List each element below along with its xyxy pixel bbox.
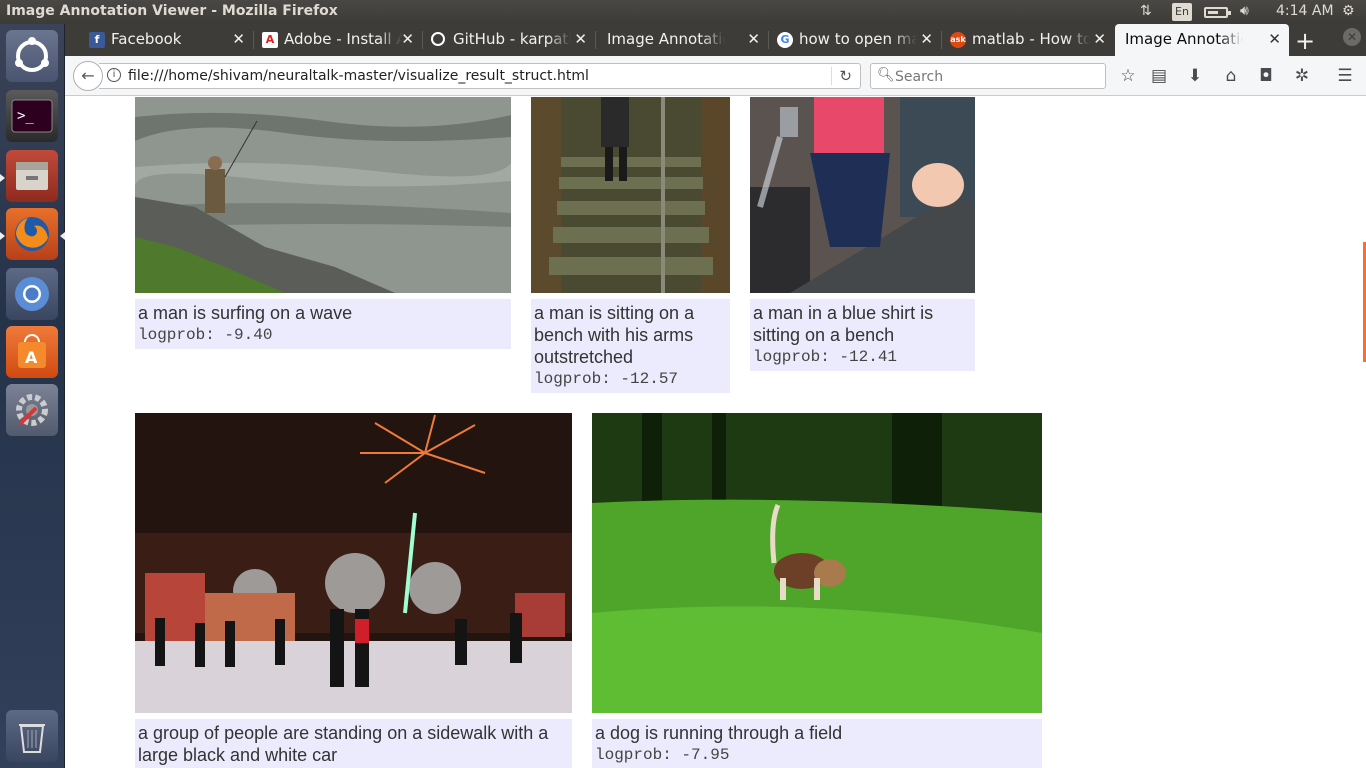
caption-text: a group of people are standing on a side… bbox=[138, 723, 549, 765]
tab-image-annotation-viewer-active[interactable]: Image Annotation Viewer ✕ bbox=[1115, 24, 1289, 56]
pocket-icon[interactable]: ◘ bbox=[1255, 65, 1277, 87]
tab-label: Image Annotation Viewer bbox=[1125, 30, 1243, 48]
tab-bar: f Facebook ✕ A Adobe - Install Adobe ✕ G… bbox=[65, 24, 1366, 56]
page-content: a man is surfing on a wave logprob: -9.4… bbox=[65, 97, 1366, 768]
caption-text: a man in a blue shirt is sitting on a be… bbox=[753, 303, 934, 345]
search-icon: 🔍︎ bbox=[877, 67, 895, 83]
caption-box: a man is sitting on a bench with his arm… bbox=[531, 299, 730, 393]
tab-github[interactable]: GitHub - karpathy/neu ✕ bbox=[423, 24, 595, 56]
caption-text: a dog is running through a field bbox=[595, 723, 843, 743]
caption-box: a group of people are standing on a side… bbox=[135, 719, 572, 768]
top-panel: Image Annotation Viewer - Mozilla Firefo… bbox=[0, 0, 1366, 24]
caption-box: a man is surfing on a wave logprob: -9.4… bbox=[135, 299, 511, 349]
home-icon[interactable]: ⌂ bbox=[1220, 65, 1242, 87]
window-title: Image Annotation Viewer - Mozilla Firefo… bbox=[6, 3, 338, 19]
terminal-icon[interactable]: >_ bbox=[6, 90, 58, 142]
google-icon: G bbox=[777, 32, 793, 48]
facebook-icon: f bbox=[89, 32, 105, 48]
downloads-icon[interactable]: ⬇ bbox=[1184, 65, 1206, 87]
person-walking-stairs-image bbox=[531, 97, 730, 293]
system-settings-icon[interactable] bbox=[6, 384, 58, 436]
github-icon bbox=[431, 32, 445, 46]
software-center-icon[interactable]: A bbox=[6, 326, 58, 378]
close-tab-icon[interactable]: ✕ bbox=[1093, 30, 1106, 48]
tab-label: how to open matlab in bbox=[799, 30, 917, 48]
clock[interactable]: 4:14 AM bbox=[1276, 3, 1334, 19]
new-tab-button[interactable]: + bbox=[1295, 27, 1315, 55]
tab-label: Image Annotation Viewer bbox=[607, 30, 725, 48]
tab-adobe[interactable]: A Adobe - Install Adobe ✕ bbox=[254, 24, 422, 56]
bookmarks-menu-icon[interactable]: ▤ bbox=[1148, 65, 1170, 87]
tab-label: Adobe - Install Adobe bbox=[284, 30, 402, 48]
running-indicator bbox=[0, 232, 5, 240]
navigation-bar: i file:///home/shivam/neuraltalk-master/… bbox=[65, 56, 1366, 96]
search-input[interactable]: 🔍︎ Search bbox=[870, 63, 1106, 89]
reload-icon[interactable]: ↻ bbox=[831, 67, 852, 85]
url-bar[interactable]: i file:///home/shivam/neuraltalk-master/… bbox=[99, 63, 861, 89]
bookmark-star-icon[interactable]: ☆ bbox=[1117, 65, 1139, 87]
caption-box: a man in a blue shirt is sitting on a be… bbox=[750, 299, 975, 371]
trash-icon[interactable] bbox=[6, 710, 58, 762]
tab-matlab-how-to-open[interactable]: ask matlab - How to open ✕ bbox=[942, 24, 1114, 56]
tab-label: GitHub - karpathy/neu bbox=[453, 30, 571, 48]
logprob-text: logprob: -7.95 bbox=[595, 746, 730, 764]
caption-text: a man is sitting on a bench with his arm… bbox=[534, 303, 695, 367]
firefox-icon[interactable] bbox=[6, 208, 58, 260]
gear-icon[interactable]: ⚙ bbox=[1342, 3, 1355, 19]
beagle-in-grass-image bbox=[592, 413, 1042, 713]
man-fishing-river-image bbox=[135, 97, 511, 293]
battery-icon[interactable] bbox=[1204, 7, 1231, 18]
logprob-text: logprob: -12.41 bbox=[753, 348, 898, 366]
close-tab-icon[interactable]: ✕ bbox=[920, 30, 933, 48]
adobe-icon: A bbox=[262, 32, 278, 48]
running-indicator bbox=[0, 174, 5, 182]
tab-how-to-open-matlab[interactable]: G how to open matlab in ✕ bbox=[769, 24, 941, 56]
child-at-kitchen-sink-image bbox=[750, 97, 975, 293]
close-tab-icon[interactable]: ✕ bbox=[232, 30, 245, 48]
caption-text: a man is surfing on a wave bbox=[138, 303, 353, 323]
search-placeholder: Search bbox=[895, 69, 944, 85]
tab-image-annotation-viewer[interactable]: Image Annotation Viewer ✕ bbox=[596, 24, 768, 56]
network-icon[interactable]: ⇅ bbox=[1140, 3, 1152, 19]
svg-text:A: A bbox=[25, 348, 38, 367]
site-info-icon[interactable]: i bbox=[107, 68, 121, 82]
tab-label: Facebook bbox=[111, 30, 182, 48]
fireworks-crowd-night-image bbox=[135, 413, 572, 713]
chromium-icon[interactable] bbox=[6, 268, 58, 320]
extension-icon[interactable]: ✲ bbox=[1291, 65, 1313, 87]
close-tab-icon[interactable]: ✕ bbox=[747, 30, 760, 48]
back-button[interactable]: ← bbox=[73, 61, 103, 91]
launcher: >_ A bbox=[0, 24, 65, 768]
svg-text:>_: >_ bbox=[17, 108, 34, 124]
close-tab-icon[interactable]: ✕ bbox=[574, 30, 587, 48]
tab-facebook[interactable]: f Facebook ✕ bbox=[81, 24, 253, 56]
caption-box: a dog is running through a field logprob… bbox=[592, 719, 1042, 768]
close-tab-icon[interactable]: ✕ bbox=[1268, 30, 1281, 48]
close-tab-icon[interactable]: ✕ bbox=[401, 30, 414, 48]
keyboard-layout-indicator[interactable]: En bbox=[1172, 3, 1192, 21]
menu-hamburger-icon[interactable]: ☰ bbox=[1334, 65, 1356, 87]
volume-icon[interactable]: 🔊︎ bbox=[1240, 3, 1249, 19]
tab-label: matlab - How to open bbox=[972, 30, 1090, 48]
askubuntu-icon: ask bbox=[950, 32, 966, 48]
logprob-text: logprob: -9.40 bbox=[138, 326, 273, 344]
scrollbar[interactable] bbox=[1362, 97, 1366, 768]
logprob-text: logprob: -12.57 bbox=[534, 370, 679, 388]
close-window-button[interactable]: ✕ bbox=[1343, 28, 1361, 46]
ubuntu-dash-icon[interactable] bbox=[6, 30, 58, 82]
url-text[interactable]: file:///home/shivam/neuraltalk-master/vi… bbox=[128, 68, 589, 84]
files-icon[interactable] bbox=[6, 150, 58, 202]
